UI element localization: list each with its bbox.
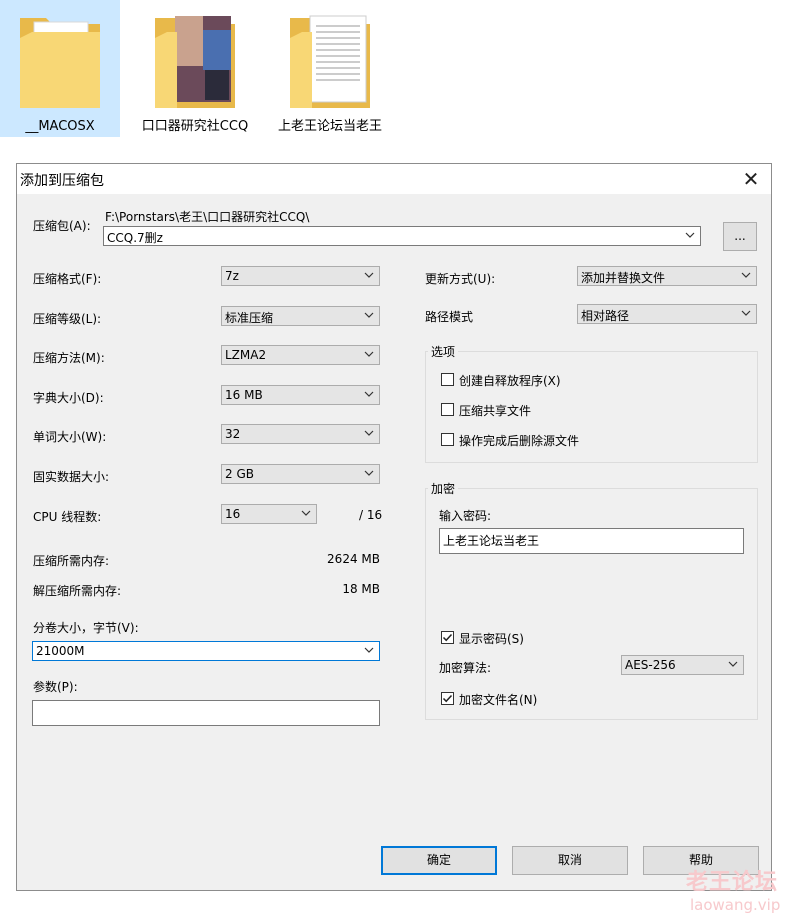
level-value: 标准压缩 xyxy=(225,311,274,325)
solid-size-select[interactable]: 2 GB xyxy=(221,464,380,484)
password-input[interactable]: 上老王论坛当老王 xyxy=(439,528,744,554)
show-password-checkbox[interactable] xyxy=(441,631,454,644)
mem-decompress-label: 解压缩所需内存: xyxy=(33,584,122,598)
folder-label: __MACOSX xyxy=(25,119,95,134)
params-label: 参数(P): xyxy=(33,680,78,694)
volume-size-combo[interactable]: 21000M xyxy=(32,641,380,661)
folder-macosx[interactable]: __MACOSX xyxy=(0,0,120,158)
chevron-down-icon xyxy=(364,470,374,476)
dialog-title: 添加到压缩包 xyxy=(20,173,104,189)
archive-name-value: CCQ.7删z xyxy=(107,231,163,245)
path-mode-value: 相对路径 xyxy=(581,309,630,323)
cpu-label: CPU 线程数: xyxy=(33,510,102,524)
format-select[interactable]: 7z xyxy=(221,266,380,286)
path-mode-select[interactable]: 相对路径 xyxy=(577,304,757,324)
archive-path: F:\Pornstars\老王\口口器研究社CCQ\ xyxy=(105,210,310,224)
title-bar: 添加到压缩包 ✕ xyxy=(17,164,771,194)
sfx-checkbox[interactable] xyxy=(441,373,454,386)
cpu-select[interactable]: 16 xyxy=(221,504,317,524)
dictionary-value: 16 MB xyxy=(225,388,263,402)
chevron-down-icon xyxy=(364,312,374,318)
password-label: 输入密码: xyxy=(439,509,492,523)
folder-label: 口口器研究社CCQ xyxy=(141,119,249,134)
cancel-button[interactable]: 取消 xyxy=(512,846,628,875)
volume-size-value: 21000M xyxy=(36,644,85,658)
archive-name-combo[interactable]: CCQ.7删z xyxy=(103,226,701,246)
delete-after-checkbox[interactable] xyxy=(441,433,454,446)
sfx-label: 创建自释放程序(X) xyxy=(459,374,561,388)
chevron-down-icon xyxy=(741,272,751,278)
format-value: 7z xyxy=(225,269,239,283)
watermark-url: laowang.vip xyxy=(690,896,781,914)
shared-files-checkbox[interactable] xyxy=(441,403,454,416)
dictionary-label: 字典大小(D): xyxy=(33,391,104,405)
archive-label: 压缩包(A): xyxy=(33,219,91,233)
method-select[interactable]: LZMA2 xyxy=(221,345,380,365)
browse-button[interactable]: ... xyxy=(723,222,757,251)
chevron-down-icon xyxy=(364,647,374,653)
checkmark-icon xyxy=(442,633,453,642)
solid-size-label: 固实数据大小: xyxy=(33,470,110,484)
chevron-down-icon xyxy=(741,310,751,316)
path-mode-label: 路径模式 xyxy=(425,310,474,324)
add-to-archive-dialog: 添加到压缩包 ✕ 压缩包(A): F:\Pornstars\老王\口口器研究社C… xyxy=(16,163,772,891)
mem-compress-label: 压缩所需内存: xyxy=(33,554,110,568)
chevron-down-icon xyxy=(364,391,374,397)
update-mode-select[interactable]: 添加并替换文件 xyxy=(577,266,757,286)
cpu-value: 16 xyxy=(225,507,241,521)
folder-icon xyxy=(290,15,370,108)
mem-decompress-value: 18 MB xyxy=(342,582,380,596)
volume-label: 分卷大小，字节(V): xyxy=(33,621,139,635)
level-label: 压缩等级(L): xyxy=(33,312,102,326)
word-size-label: 单词大小(W): xyxy=(33,430,107,444)
shared-files-label: 压缩共享文件 xyxy=(459,404,532,418)
mem-compress-value: 2624 MB xyxy=(327,552,380,566)
format-label: 压缩格式(F): xyxy=(33,272,102,286)
params-input[interactable] xyxy=(32,700,380,726)
method-label: 压缩方法(M): xyxy=(33,351,105,365)
word-size-value: 32 xyxy=(225,427,241,441)
chevron-down-icon xyxy=(685,232,695,238)
watermark-text: 老王论坛 xyxy=(686,870,779,895)
options-group-title: 选项 xyxy=(428,343,459,360)
encryption-method-select[interactable]: AES-256 xyxy=(621,655,744,675)
encrypt-names-label: 加密文件名(N) xyxy=(459,693,538,707)
encryption-method-label: 加密算法: xyxy=(439,661,492,675)
chevron-down-icon xyxy=(364,430,374,436)
chevron-down-icon xyxy=(364,351,374,357)
level-select[interactable]: 标准压缩 xyxy=(221,306,380,326)
encryption-method-value: AES-256 xyxy=(625,658,676,672)
show-password-label: 显示密码(S) xyxy=(459,632,524,646)
solid-size-value: 2 GB xyxy=(225,467,254,481)
close-icon: ✕ xyxy=(742,167,760,191)
folder-icon xyxy=(20,18,100,108)
folder-label: 上老王论坛当老王 xyxy=(277,119,382,134)
folder-laowang[interactable]: 上老王论坛当老王 xyxy=(270,0,390,158)
password-value: 上老王论坛当老王 xyxy=(443,534,540,548)
encryption-group-title: 加密 xyxy=(428,480,459,497)
word-size-select[interactable]: 32 xyxy=(221,424,380,444)
update-mode-label: 更新方式(U): xyxy=(425,272,496,286)
update-mode-value: 添加并替换文件 xyxy=(581,271,666,285)
chevron-down-icon xyxy=(728,661,738,667)
chevron-down-icon xyxy=(301,510,311,516)
delete-after-label: 操作完成后删除源文件 xyxy=(459,434,580,448)
dictionary-select[interactable]: 16 MB xyxy=(221,385,380,405)
chevron-down-icon xyxy=(364,272,374,278)
ok-button[interactable]: 确定 xyxy=(381,846,497,875)
folder-ccq[interactable]: 口口器研究社CCQ xyxy=(135,0,255,158)
encrypt-names-checkbox[interactable] xyxy=(441,692,454,705)
close-button[interactable]: ✕ xyxy=(739,167,763,191)
folder-icon xyxy=(155,16,235,108)
checkmark-icon xyxy=(442,694,453,703)
method-value: LZMA2 xyxy=(225,348,267,362)
cpu-total: / 16 xyxy=(359,508,383,522)
